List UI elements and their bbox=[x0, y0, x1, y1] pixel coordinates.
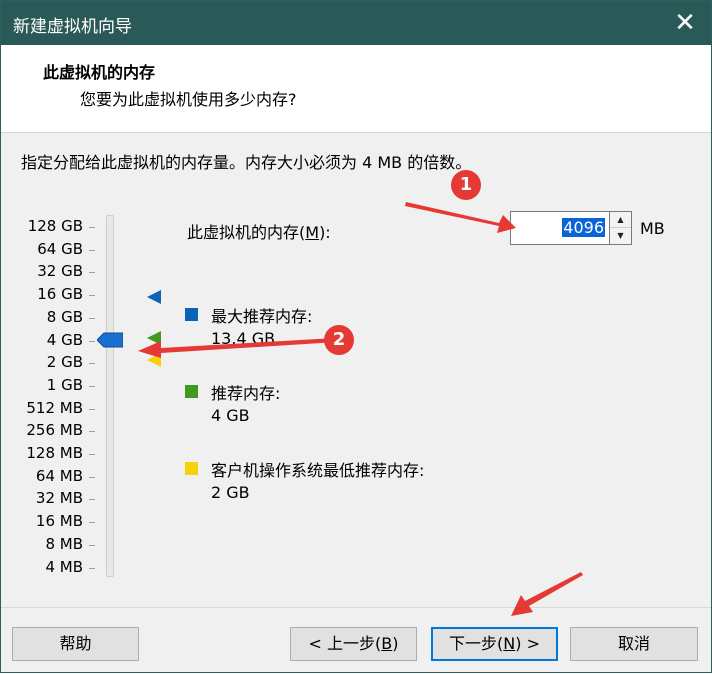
scale-label: 512 MB bbox=[26, 398, 83, 417]
scale-label: 32 GB bbox=[37, 262, 83, 281]
recommended-swatch-icon bbox=[185, 385, 198, 398]
scale-tick bbox=[89, 340, 95, 342]
scale-tick bbox=[89, 249, 95, 251]
annotation-badge-1: 1 bbox=[451, 170, 481, 200]
scale-label: 256 MB bbox=[26, 421, 83, 440]
scale-tick bbox=[89, 317, 95, 319]
wizard-header: 此虚拟机的内存 您要为此虚拟机使用多少内存? bbox=[1, 45, 711, 133]
memory-label: 此虚拟机的内存(M): bbox=[187, 223, 331, 242]
instruction-text: 指定分配给此虚拟机的内存量。内存大小必须为 4 MB 的倍数。 bbox=[21, 153, 472, 172]
max-recommended-value: 13.4 GB bbox=[211, 329, 276, 348]
scale-tick bbox=[89, 385, 95, 387]
scale-label: 8 MB bbox=[45, 534, 83, 553]
minimum-recommended-value: 2 GB bbox=[211, 483, 250, 502]
scale-label: 4 GB bbox=[46, 330, 83, 349]
scale-tick bbox=[89, 227, 95, 228]
spin-up-icon[interactable]: ▲ bbox=[610, 212, 631, 228]
scale-label: 32 MB bbox=[35, 489, 83, 508]
scale-tick bbox=[89, 295, 95, 297]
scale-tick bbox=[89, 522, 95, 524]
scale-tick bbox=[89, 454, 95, 455]
memory-input-value: 4096 bbox=[562, 218, 605, 237]
minimum-recommended-label: 客户机操作系统最低推荐内存: bbox=[211, 461, 425, 480]
scale-label: 4 MB bbox=[45, 557, 83, 576]
scale-label: 64 MB bbox=[35, 466, 83, 485]
wizard-window: 新建虚拟机向导 ✕ 此虚拟机的内存 您要为此虚拟机使用多少内存? 指定分配给此虚… bbox=[0, 0, 712, 673]
cancel-button[interactable]: 取消 bbox=[570, 627, 698, 661]
next-button[interactable]: 下一步(N) > bbox=[431, 627, 558, 661]
memory-input[interactable]: 4096 bbox=[510, 211, 610, 245]
scale-tick bbox=[89, 544, 95, 546]
scale-label: 16 GB bbox=[37, 285, 83, 304]
annotation-arrow-1 bbox=[405, 202, 516, 233]
minimum-recommended-marker-icon bbox=[147, 353, 161, 367]
scale-label: 8 GB bbox=[46, 307, 83, 326]
max-recommended-marker-icon bbox=[147, 290, 161, 304]
scale-tick bbox=[89, 499, 95, 501]
memory-unit: MB bbox=[640, 219, 665, 238]
scale-label: 2 GB bbox=[46, 353, 83, 372]
scale-label: 64 GB bbox=[37, 239, 83, 258]
scale-label: 1 GB bbox=[46, 375, 83, 394]
spin-down-icon[interactable]: ▼ bbox=[610, 228, 631, 244]
scale-tick bbox=[89, 476, 95, 478]
recommended-label: 推荐内存: bbox=[211, 384, 281, 403]
max-recommended-label: 最大推荐内存: bbox=[211, 307, 313, 326]
scale-tick bbox=[89, 363, 95, 365]
annotation-arrow-3 bbox=[511, 572, 583, 616]
memory-spinner: ▲ ▼ bbox=[610, 211, 632, 245]
footer-divider bbox=[1, 607, 711, 608]
page-subtitle: 您要为此虚拟机使用多少内存? bbox=[80, 90, 297, 109]
window-title: 新建虚拟机向导 bbox=[13, 17, 132, 37]
scale-tick bbox=[89, 272, 95, 274]
help-button[interactable]: 帮助 bbox=[12, 627, 139, 661]
memory-slider-thumb[interactable] bbox=[97, 332, 123, 348]
scale-label: 16 MB bbox=[35, 512, 83, 531]
max-recommended-swatch-icon bbox=[185, 308, 198, 321]
scale-label: 128 MB bbox=[26, 444, 83, 462]
annotation-badge-2: 2 bbox=[324, 325, 354, 355]
page-title: 此虚拟机的内存 bbox=[43, 63, 156, 82]
scale-tick bbox=[89, 567, 95, 569]
minimum-recommended-swatch-icon bbox=[185, 462, 198, 475]
memory-slider-track[interactable] bbox=[106, 215, 114, 577]
recommended-value: 4 GB bbox=[211, 406, 250, 425]
recommended-marker-icon bbox=[147, 331, 161, 345]
close-icon[interactable]: ✕ bbox=[667, 7, 703, 39]
scale-tick bbox=[89, 408, 95, 410]
scale-label: 128 GB bbox=[27, 217, 83, 235]
title-bar: 新建虚拟机向导 ✕ bbox=[1, 1, 711, 45]
back-button[interactable]: < 上一步(B) bbox=[290, 627, 417, 661]
scale-tick bbox=[89, 431, 95, 433]
